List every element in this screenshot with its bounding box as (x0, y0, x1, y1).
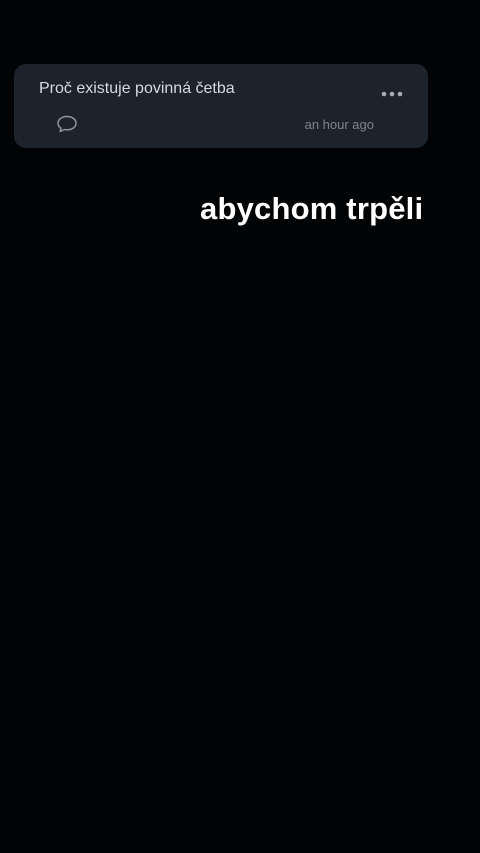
comment-icon[interactable] (56, 114, 78, 134)
post-title[interactable]: Proč existuje povinná četba (39, 80, 235, 98)
more-options-icon[interactable] (380, 88, 404, 100)
story-caption: abychom trpěli (200, 191, 424, 226)
post-card[interactable]: Proč existuje povinná četba an hour ago (14, 64, 428, 148)
post-timestamp: an hour ago (304, 117, 374, 132)
